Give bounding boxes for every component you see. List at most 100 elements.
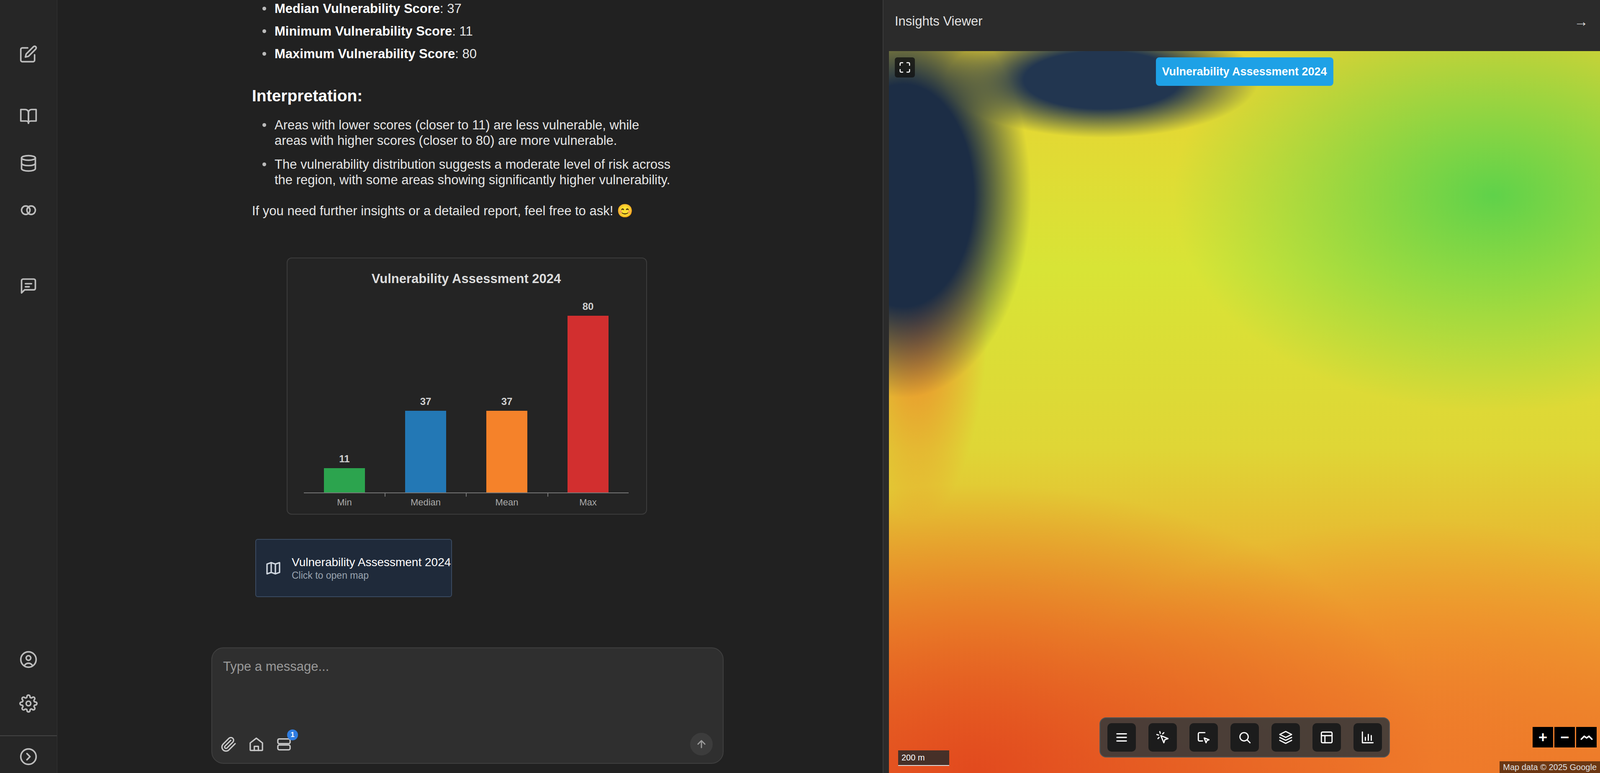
- select-button[interactable]: [1189, 722, 1218, 752]
- chart-tick: [385, 493, 468, 497]
- data-sources-badge: 1: [287, 729, 298, 740]
- gear-icon: [19, 693, 38, 713]
- chart-button[interactable]: [1353, 722, 1382, 752]
- chart-title: Vulnerability Assessment 2024: [303, 270, 629, 288]
- new-chat-button[interactable]: [19, 44, 38, 64]
- data-sources-button[interactable]: 1: [275, 735, 293, 753]
- workspace-button[interactable]: [248, 735, 265, 753]
- stat-label: Minimum Vulnerability Score: [274, 23, 453, 39]
- bar-chart-icon: [1360, 729, 1375, 745]
- map-card-subtitle: Click to open map: [291, 569, 451, 581]
- zoom-in-button[interactable]: +: [1532, 726, 1554, 748]
- stat-value: : 37: [439, 1, 462, 16]
- chart-tick: [466, 493, 549, 497]
- stat-value: : 11: [452, 23, 473, 39]
- interpretation-item: Areas with lower scores (closer to 11) a…: [251, 117, 674, 149]
- interpretation-list: Areas with lower scores (closer to 11) a…: [251, 117, 674, 188]
- zoom-out-button[interactable]: −: [1554, 726, 1575, 748]
- interpretation-heading: Interpretation:: [251, 85, 674, 106]
- menu-button[interactable]: [1107, 722, 1136, 752]
- assistant-message: Median Vulnerability Score: 37 Minimum Vu…: [251, 0, 674, 597]
- send-button[interactable]: [690, 732, 713, 756]
- user-icon: [19, 649, 38, 669]
- chart-bar[interactable]: [405, 410, 447, 493]
- map[interactable]: Vulnerability Assessment 2024: [888, 51, 1600, 773]
- map-card[interactable]: Vulnerability Assessment 2024 Click to o…: [255, 538, 453, 597]
- paperclip-icon: [220, 735, 237, 753]
- interpretation-text: The vulnerability distribution suggests …: [274, 156, 674, 188]
- interpretation-item: The vulnerability distribution suggests …: [251, 156, 674, 188]
- expand-sidebar-button[interactable]: [19, 747, 38, 766]
- chat-area: Median Vulnerability Score: 37 Minimum Vu…: [57, 0, 883, 773]
- bullet-dot: [251, 156, 275, 167]
- table-icon: [1319, 729, 1334, 745]
- attach-button[interactable]: [220, 735, 237, 753]
- chart-bar[interactable]: [486, 410, 528, 493]
- message-scroll: Median Vulnerability Score: 37 Minimum Vu…: [57, 0, 883, 648]
- stats-list: Median Vulnerability Score: 37 Minimum Vu…: [251, 0, 674, 65]
- library-button[interactable]: [19, 107, 38, 126]
- layers-button[interactable]: [1271, 722, 1300, 752]
- chart-plot: 11373780: [303, 287, 629, 493]
- chart-bar-fill: [567, 315, 609, 493]
- tilt-button[interactable]: [1576, 726, 1597, 748]
- message-icon: [19, 276, 38, 296]
- chart-bar-slot: 80: [547, 287, 629, 493]
- settings-button[interactable]: [19, 693, 38, 713]
- bar-value-label: 37: [420, 395, 432, 408]
- search-icon: [1237, 729, 1252, 745]
- chart-x-label: Median: [385, 496, 467, 509]
- data-button[interactable]: [19, 154, 38, 173]
- stat-label: Maximum Vulnerability Score: [274, 46, 455, 62]
- chart-bar-slot: 37: [466, 287, 548, 493]
- interpretation-text: Areas with lower scores (closer to 11) a…: [274, 117, 674, 149]
- arrow-up-icon: [695, 737, 708, 750]
- chat-button[interactable]: [19, 276, 38, 296]
- bullet-dot: [251, 29, 275, 34]
- viewer-title: Insights Viewer: [894, 11, 983, 32]
- chart-bar-slot: 37: [385, 287, 467, 493]
- table-button[interactable]: [1312, 722, 1341, 752]
- select-area-icon: [1196, 729, 1211, 745]
- closing-text: If you need further insights or a detail…: [251, 202, 674, 219]
- chart-card: Vulnerability Assessment 2024 11373780 M…: [286, 257, 648, 515]
- fullscreen-icon: [898, 61, 912, 74]
- search-button[interactable]: [1230, 722, 1259, 752]
- insights-viewer: Insights Viewer → Vulnerability Assessme…: [882, 0, 1600, 773]
- map-icon: [264, 559, 282, 577]
- book-icon: [19, 107, 38, 126]
- profile-button[interactable]: [19, 649, 38, 669]
- viewer-header: Insights Viewer →: [883, 0, 1600, 43]
- chevron-right-icon: [19, 747, 38, 766]
- link-icon: [19, 200, 38, 220]
- home-icon: [248, 735, 265, 753]
- integrations-button[interactable]: [19, 200, 38, 220]
- stat-item: Maximum Vulnerability Score: 80: [251, 42, 674, 65]
- chart-x-label: Min: [303, 496, 386, 509]
- chart-bar[interactable]: [323, 467, 365, 493]
- chart-bar[interactable]: [567, 315, 609, 493]
- stat-item: Minimum Vulnerability Score: 11: [251, 19, 674, 43]
- bar-value-label: 11: [339, 452, 350, 465]
- collapse-viewer-button[interactable]: →: [1574, 10, 1589, 33]
- chart-bar-slot: 11: [303, 287, 386, 493]
- database-icon: [19, 154, 38, 173]
- map-card-title: Vulnerability Assessment 2024: [291, 554, 451, 570]
- stat-label: Median Vulnerability Score: [274, 1, 440, 16]
- chart-x-labels: MinMedianMeanMax: [303, 496, 629, 509]
- sidebar: [0, 0, 58, 773]
- bullet-dot: [251, 6, 275, 11]
- scale-label: 200 m: [901, 752, 925, 762]
- message-input[interactable]: [223, 657, 713, 733]
- chart-x-label: Mean: [466, 496, 548, 509]
- chart-bar-fill: [486, 410, 528, 493]
- chart-x-label: Max: [547, 496, 629, 509]
- fullscreen-button[interactable]: [894, 57, 915, 78]
- identify-button[interactable]: [1148, 722, 1177, 752]
- stat-value: : 80: [454, 46, 477, 62]
- chart-ticks: [303, 493, 629, 497]
- chart-bar-fill: [323, 467, 365, 493]
- composer: 1: [211, 647, 724, 764]
- menu-icon: [1114, 729, 1129, 745]
- sidebar-divider: [0, 734, 57, 736]
